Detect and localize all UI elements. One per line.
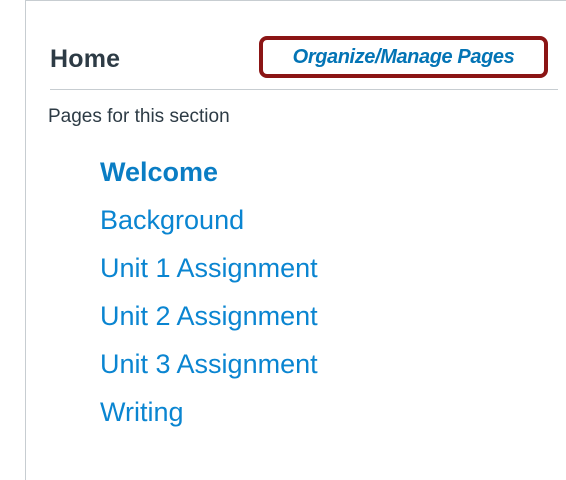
list-item: Unit 2 Assignment <box>100 298 318 346</box>
panel-header: Home Organize/Manage Pages <box>50 31 558 90</box>
pages-list: Welcome Background Unit 1 Assignment Uni… <box>100 154 318 442</box>
section-label: Pages for this section <box>48 106 230 127</box>
list-item: Unit 3 Assignment <box>100 346 318 394</box>
list-item: Welcome <box>100 154 318 202</box>
page-title: Home <box>50 45 121 73</box>
organize-manage-pages-link[interactable]: Organize/Manage Pages <box>259 36 548 78</box>
list-item: Background <box>100 202 318 250</box>
page-link-unit-2-assignment[interactable]: Unit 2 Assignment <box>100 301 318 331</box>
page-link-background[interactable]: Background <box>100 205 244 235</box>
page-link-unit-3-assignment[interactable]: Unit 3 Assignment <box>100 349 318 379</box>
page-link-writing[interactable]: Writing <box>100 397 184 427</box>
page-link-unit-1-assignment[interactable]: Unit 1 Assignment <box>100 253 318 283</box>
page-link-welcome[interactable]: Welcome <box>100 157 218 187</box>
pages-panel: Home Organize/Manage Pages Pages for thi… <box>25 0 566 480</box>
list-item: Writing <box>100 394 318 442</box>
list-item: Unit 1 Assignment <box>100 250 318 298</box>
